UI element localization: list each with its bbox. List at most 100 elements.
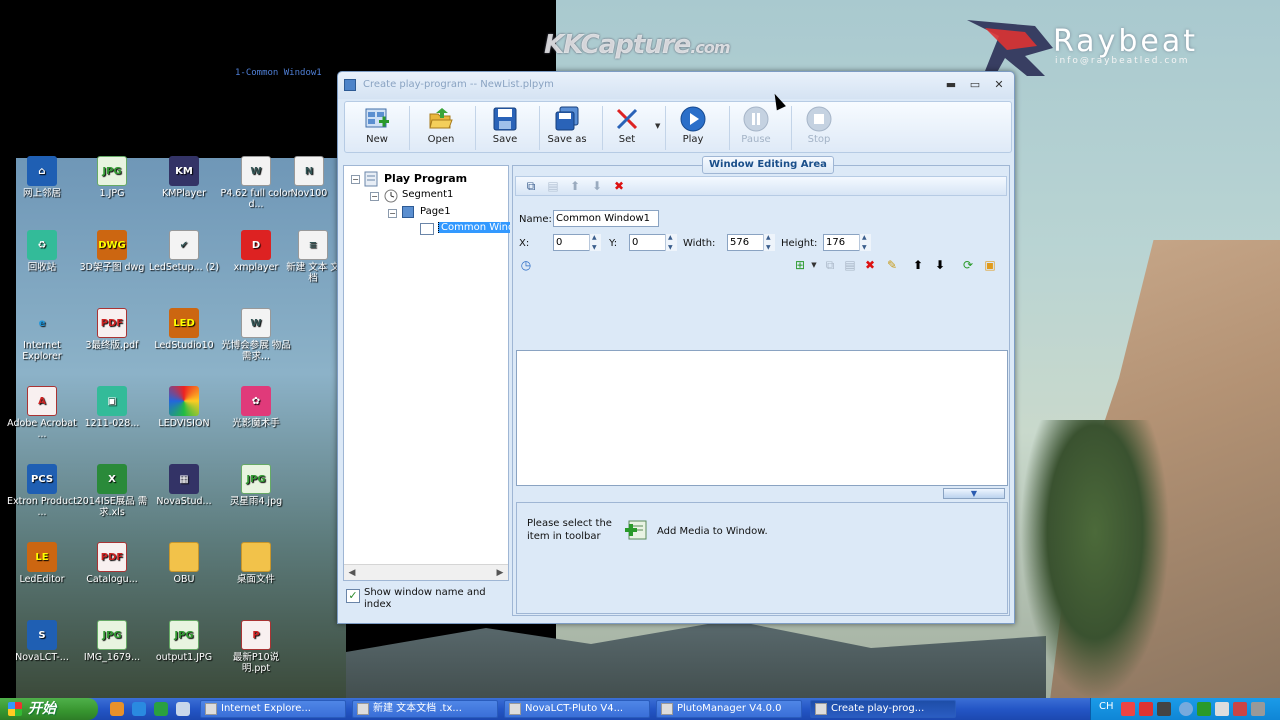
desktop-icon-ledstudio[interactable]: LED LedStudio10 bbox=[148, 308, 220, 351]
desktop-icon-nov100[interactable]: N Nov100 bbox=[280, 156, 338, 199]
task-plutomanager[interactable]: PlutoManager V4.0.0 bbox=[656, 700, 802, 718]
paste-window-icon[interactable]: ▤ bbox=[546, 179, 560, 193]
properties-icon[interactable]: ▣ bbox=[983, 258, 997, 272]
stop-button[interactable]: Stop bbox=[789, 105, 849, 151]
desktop-icon-ie[interactable]: e Internet Explorer bbox=[6, 308, 78, 363]
copy-media-icon[interactable]: ⧉ bbox=[823, 258, 837, 272]
desktop-icon-output1[interactable]: JPG output1.JPG bbox=[148, 620, 220, 663]
desktop-icon-ppt[interactable]: P 最新P10说 明.ppt bbox=[220, 620, 292, 674]
tray-misc-icon[interactable] bbox=[1251, 702, 1265, 716]
add-media-arrow-icon[interactable]: ▼ bbox=[807, 258, 821, 272]
task-novalct[interactable]: NovaLCT-Pluto V4... bbox=[504, 700, 650, 718]
media-up-icon[interactable]: ⬆ bbox=[911, 258, 925, 272]
scroll-left-arrow-icon[interactable]: ◀ bbox=[346, 567, 358, 579]
paste-media-icon[interactable]: ▤ bbox=[843, 258, 857, 272]
start-button[interactable]: 开始 bbox=[0, 698, 98, 720]
setup-icon: ✔ bbox=[169, 230, 199, 260]
tree-horizontal-scrollbar[interactable]: ◀ ▶ bbox=[344, 564, 508, 580]
desktop-icon-excel[interactable]: X 2014ISE展品 需求.xls bbox=[76, 464, 148, 518]
open-button[interactable]: Open bbox=[411, 105, 471, 151]
network-icon: ⌂ bbox=[27, 156, 57, 186]
desktop-icon-newtext[interactable]: ≡ 新建 文本 文档 bbox=[284, 230, 342, 284]
desktop-icon-novalct[interactable]: S NovaLCT-... bbox=[6, 620, 78, 663]
set-button[interactable]: Set bbox=[597, 105, 657, 151]
desktop-icon-recycle[interactable]: ♻ 回收站 bbox=[6, 230, 78, 273]
desktop-icon-dwg[interactable]: DWG 3D架子图 dwg bbox=[76, 230, 148, 273]
desktop-icon-word[interactable]: W 光博会参展 物品需求... bbox=[220, 308, 292, 362]
delete-window-icon[interactable]: ✖ bbox=[612, 179, 626, 193]
quicklaunch-green-icon[interactable] bbox=[154, 702, 168, 716]
save-as-button[interactable]: Save as bbox=[537, 105, 597, 151]
task-text-document[interactable]: 新建 文本文档 .tx... bbox=[352, 700, 498, 718]
desktop-icon-photo[interactable]: ✿ 光影魔术手 bbox=[220, 386, 292, 429]
language-indicator[interactable]: CH bbox=[1099, 701, 1114, 712]
height-spinner[interactable] bbox=[859, 234, 871, 251]
tree-collapse-page[interactable]: − bbox=[388, 209, 397, 218]
tree-collapse-segment[interactable]: − bbox=[370, 192, 379, 201]
tray-network-icon[interactable] bbox=[1179, 702, 1193, 716]
desktop-icon-obu[interactable]: OBU bbox=[148, 542, 220, 585]
scroll-right-arrow-icon[interactable]: ▶ bbox=[494, 567, 506, 579]
new-button[interactable]: New bbox=[347, 105, 407, 151]
tray-red-icon[interactable] bbox=[1121, 702, 1135, 716]
y-spinner[interactable] bbox=[665, 234, 677, 251]
task-internet-explorer[interactable]: Internet Explore... bbox=[200, 700, 346, 718]
tray-volume-icon[interactable] bbox=[1215, 702, 1229, 716]
pause-button[interactable]: Pause bbox=[726, 105, 786, 151]
play-button[interactable]: Play bbox=[663, 105, 723, 151]
set-dropdown-arrow-icon[interactable]: ▼ bbox=[655, 122, 660, 130]
desktop-icon-kmplayer[interactable]: KM KMPlayer bbox=[148, 156, 220, 199]
media-down-icon[interactable]: ⬇ bbox=[933, 258, 947, 272]
x-spinner[interactable] bbox=[589, 234, 601, 251]
quicklaunch-media-icon[interactable] bbox=[110, 702, 124, 716]
tray-security-icon[interactable] bbox=[1233, 702, 1247, 716]
minimize-button[interactable]: ▬ bbox=[942, 77, 960, 93]
desktop-icon-xmplayer[interactable]: Dxmplayer bbox=[220, 230, 292, 273]
desktop-icon-img1679[interactable]: JPG IMG_1679... bbox=[76, 620, 148, 663]
copy-window-icon[interactable]: ⧉ bbox=[524, 179, 538, 193]
add-media-link[interactable]: Add Media to Window. bbox=[657, 526, 768, 537]
desktop-icon-novastudio[interactable]: ▦ NovaStud... bbox=[148, 464, 220, 507]
show-window-name-checkbox[interactable]: ✓ bbox=[346, 589, 360, 603]
window-titlebar[interactable]: Create play-program -- NewList.plpym ▬ ▭… bbox=[338, 72, 1014, 99]
window-name-input[interactable]: Common Window1 bbox=[553, 210, 659, 227]
move-up-icon[interactable]: ⬆ bbox=[568, 179, 582, 193]
tray-settings-icon[interactable] bbox=[1157, 702, 1171, 716]
quicklaunch-desktop-icon[interactable] bbox=[176, 702, 190, 716]
desktop-icon-ledsetup[interactable]: ✔ LedSetup... (2) bbox=[148, 230, 220, 273]
collapse-panel-button[interactable]: ▼ bbox=[943, 488, 1005, 499]
add-media-dropdown-icon[interactable]: ⊞ bbox=[793, 258, 807, 272]
add-media-icon[interactable] bbox=[625, 517, 649, 541]
timer-clock-icon[interactable]: ◷ bbox=[519, 258, 533, 272]
desktop-icon-catalog[interactable]: PDF Catalogu... bbox=[76, 542, 148, 585]
tree-item-segment1[interactable]: Segment1 bbox=[402, 189, 453, 200]
save-button[interactable]: Save bbox=[475, 105, 535, 151]
desktop-icon-lingxing[interactable]: JPG 灵星雨4.jpg bbox=[220, 464, 292, 507]
desktop-icon-pdf3[interactable]: PDF 3最终版.pdf bbox=[76, 308, 148, 351]
jpg-icon: JPG bbox=[169, 620, 199, 650]
media-list-box[interactable] bbox=[516, 350, 1008, 486]
refresh-icon[interactable]: ⟳ bbox=[961, 258, 975, 272]
tree-collapse-root[interactable]: − bbox=[351, 175, 360, 184]
desktop-icon-acrobat[interactable]: A Adobe Acrobat ... bbox=[6, 386, 78, 440]
desktop-icon-ledvision[interactable]: LEDVISION bbox=[148, 386, 220, 429]
desktop-icon-lededitor[interactable]: LE LedEditor bbox=[6, 542, 78, 585]
desktop-icon-network[interactable]: ⌂ 网上邻居 bbox=[6, 156, 78, 199]
tree-item-common-window1[interactable]: Common Window1 bbox=[438, 222, 510, 233]
tray-app-icon[interactable] bbox=[1139, 702, 1153, 716]
move-down-icon[interactable]: ⬇ bbox=[590, 179, 604, 193]
task-create-play-program[interactable]: Create play-prog... bbox=[810, 700, 956, 718]
width-spinner[interactable] bbox=[763, 234, 775, 251]
delete-media-icon[interactable]: ✖ bbox=[863, 258, 877, 272]
tree-item-page1[interactable]: Page1 bbox=[420, 206, 451, 217]
quicklaunch-ie-icon[interactable] bbox=[132, 702, 146, 716]
desktop-icon-1211[interactable]: ▣ 1211-028... bbox=[76, 386, 148, 429]
maximize-button[interactable]: ▭ bbox=[966, 77, 984, 93]
tree-item-play-program[interactable]: Play Program bbox=[384, 172, 467, 185]
edit-media-icon[interactable]: ✎ bbox=[885, 258, 899, 272]
desktop-icon-desktopfiles[interactable]: 桌面文件 bbox=[220, 542, 292, 585]
close-button[interactable]: ✕ bbox=[990, 77, 1008, 93]
desktop-icon-extron[interactable]: PCS Extron Product ... bbox=[6, 464, 78, 518]
tray-green-icon[interactable] bbox=[1197, 702, 1211, 716]
desktop-icon-1jpg[interactable]: JPG 1.JPG bbox=[76, 156, 148, 199]
